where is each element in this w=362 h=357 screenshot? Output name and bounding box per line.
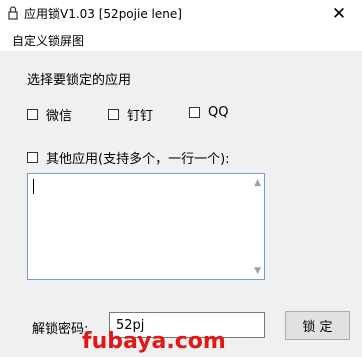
menu-bar: 自定义锁屏图 [0,27,362,51]
menu-item-custom-lock-screen[interactable]: 自定义锁屏图 [12,32,84,49]
scroll-up-icon[interactable]: ▲ [254,178,261,188]
checkbox-label: 钉钉 [127,109,154,124]
checkbox-qq[interactable]: QQ [189,105,228,120]
scroll-down-icon[interactable]: ▼ [254,266,261,276]
checkbox-label: 微信 [46,109,73,124]
text-caret [33,179,34,194]
lock-icon [5,5,21,21]
checkbox-wechat[interactable]: 微信 [27,105,72,124]
checkbox-label: 其他应用(支持多个，一行一个): [46,152,230,167]
checkbox-box[interactable] [189,107,200,118]
apps-heading: 选择要锁定的应用 [27,73,132,88]
password-label: 解锁密码: [32,322,89,337]
checkbox-box[interactable] [108,109,119,120]
lock-button[interactable]: 锁 定 [285,311,350,340]
close-button[interactable]: ✕ [316,0,362,27]
window-title: 应用锁V1.03 [52pojie lene] [24,7,182,21]
watermark-text: fubaya.com [82,329,226,354]
checkbox-box[interactable] [27,152,38,163]
other-apps-textarea[interactable]: ▲ ▼ [27,173,265,280]
title-bar: 应用锁V1.03 [52pojie lene] ✕ [0,0,362,27]
main-panel: 选择要锁定的应用 微信 钉钉 QQ 其他应用(支持多个，一行一个): ▲ ▼ 解… [0,51,362,357]
checkbox-dingtalk[interactable]: 钉钉 [108,105,153,124]
checkbox-box[interactable] [27,109,38,120]
checkbox-other-apps[interactable]: 其他应用(支持多个，一行一个): [27,148,230,167]
checkbox-label: QQ [208,105,229,120]
close-icon: ✕ [331,3,347,24]
